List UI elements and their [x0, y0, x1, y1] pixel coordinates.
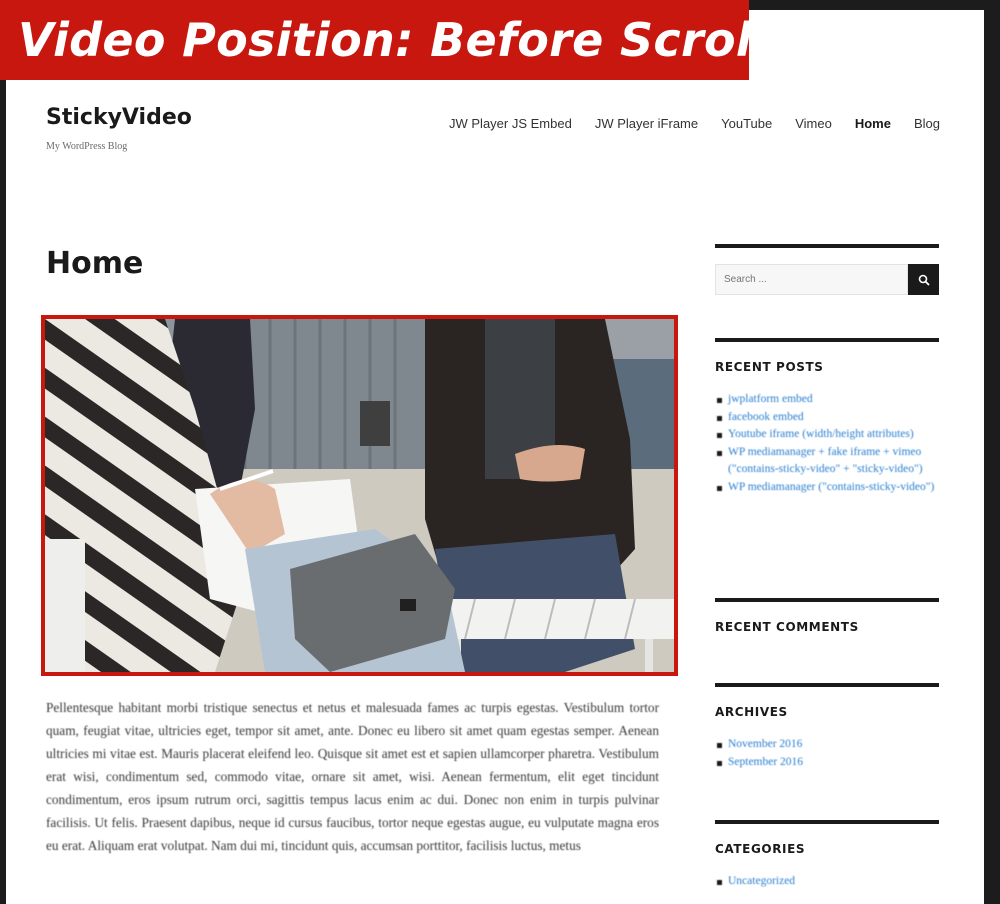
recent-post-link[interactable]: facebook embed: [715, 409, 939, 427]
categories-list: Uncategorized: [715, 873, 939, 891]
widget-divider: [715, 338, 939, 342]
recent-post-link[interactable]: WP mediamanager ("contains-sticky-video"…: [715, 479, 939, 497]
recent-post-link[interactable]: Youtube iframe (width/height attributes): [715, 426, 939, 444]
search-input[interactable]: [715, 264, 908, 295]
site-tagline: My WordPress Blog: [46, 141, 128, 152]
recent-post-link[interactable]: WP mediamanager + fake iframe + vimeo ("…: [715, 444, 939, 479]
nav-item-vimeo[interactable]: Vimeo: [795, 116, 832, 131]
search-widget: [715, 244, 939, 295]
nav-item-home[interactable]: Home: [855, 116, 891, 131]
recent-post-link[interactable]: jwplatform embed: [715, 391, 939, 409]
archives-widget: ARCHIVES November 2016 September 2016: [715, 683, 939, 771]
browser-page: StickyVideo My WordPress Blog JW Player …: [6, 10, 984, 904]
search-icon: [918, 274, 930, 286]
annotation-banner-title: Video Position: Before Scroll: [18, 13, 768, 67]
annotation-banner: Video Position: Before Scroll: [0, 0, 768, 80]
site-title[interactable]: StickyVideo: [46, 105, 192, 130]
widget-divider: [715, 820, 939, 824]
recent-posts-list: jwplatform embed facebook embed Youtube …: [715, 391, 939, 496]
categories-widget: CATEGORIES Uncategorized: [715, 820, 939, 891]
search-form: [715, 264, 939, 295]
video-frame-image: [45, 319, 674, 672]
nav-item-jw-player-iframe[interactable]: JW Player iFrame: [595, 116, 698, 131]
widget-divider: [715, 683, 939, 687]
post-body-text: Pellentesque habitant morbi tristique se…: [46, 700, 659, 853]
recent-comments-widget: RECENT COMMENTS: [715, 598, 939, 634]
nav-item-jw-player-js-embed[interactable]: JW Player JS Embed: [449, 116, 572, 131]
primary-nav: JW Player JS Embed JW Player iFrame YouT…: [449, 116, 940, 131]
widget-divider: [715, 244, 939, 248]
archives-title: ARCHIVES: [715, 705, 788, 719]
archives-list: November 2016 September 2016: [715, 736, 939, 771]
video-player[interactable]: [41, 315, 678, 676]
archive-link[interactable]: September 2016: [715, 754, 939, 772]
category-link[interactable]: Uncategorized: [715, 873, 939, 891]
page-title: Home: [46, 246, 144, 281]
categories-title: CATEGORIES: [715, 842, 806, 856]
recent-posts-widget: RECENT POSTS jwplatform embed facebook e…: [715, 338, 939, 496]
widget-divider: [715, 598, 939, 602]
nav-item-blog[interactable]: Blog: [914, 116, 940, 131]
recent-posts-title: RECENT POSTS: [715, 360, 824, 374]
archive-link[interactable]: November 2016: [715, 736, 939, 754]
search-button[interactable]: [908, 264, 939, 295]
nav-item-youtube[interactable]: YouTube: [721, 116, 772, 131]
recent-comments-title: RECENT COMMENTS: [715, 620, 859, 634]
